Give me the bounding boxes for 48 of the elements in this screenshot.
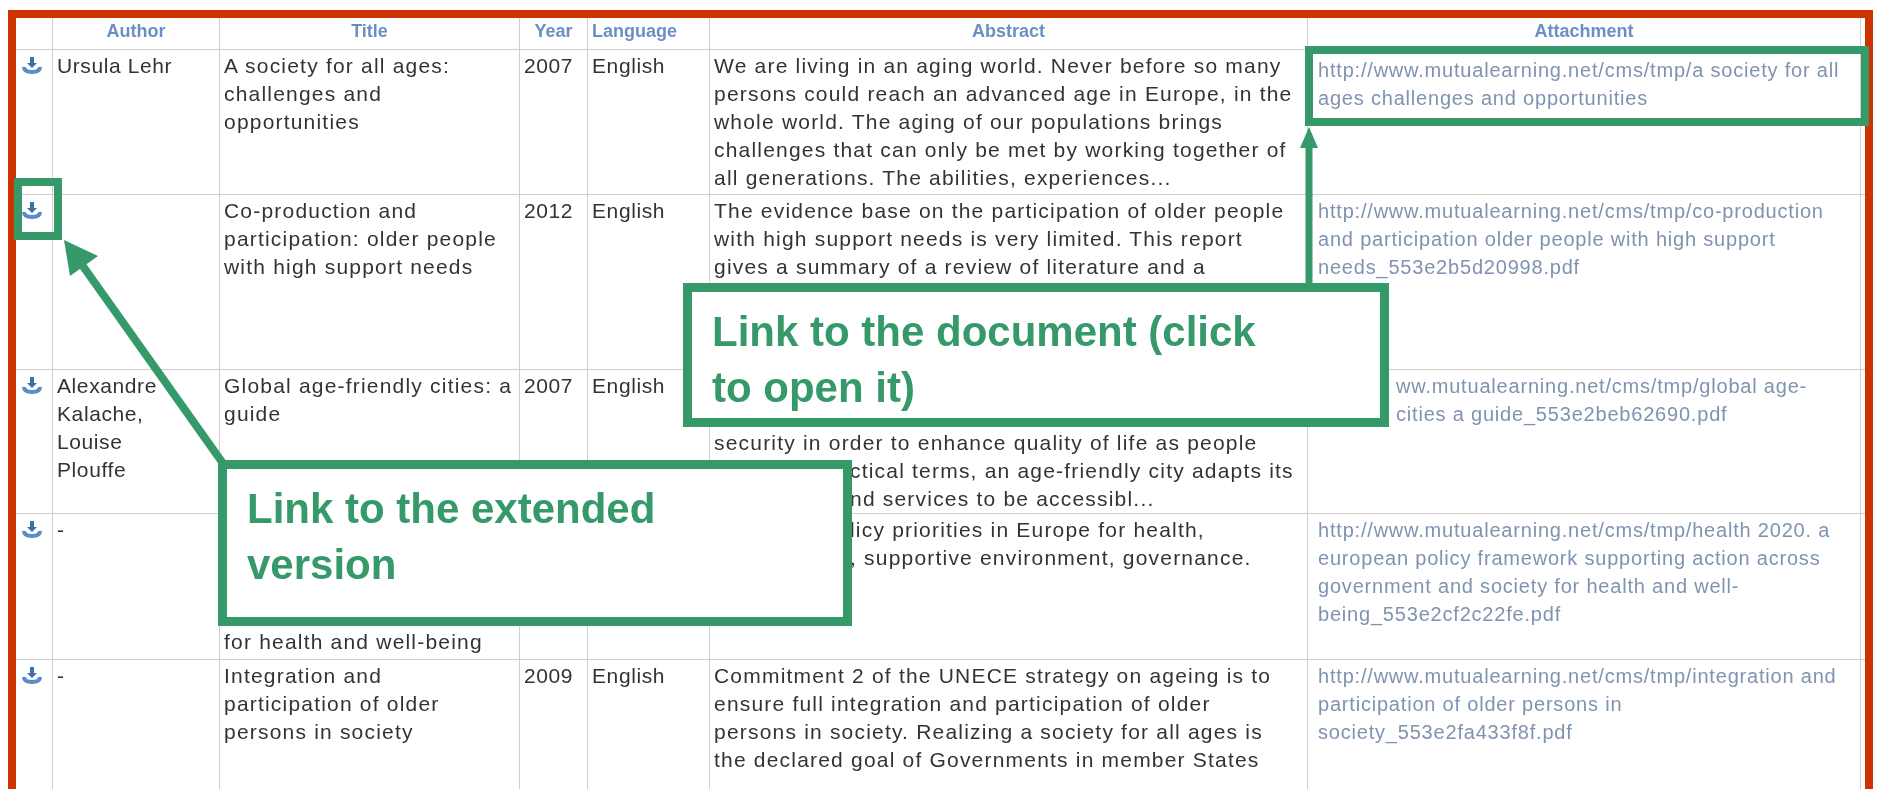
extended-version-link[interactable] [20, 201, 44, 221]
download-icon [20, 56, 44, 76]
attachment-link[interactable]: http://www.mutualearning.net/cms/tmp/co-production and participation older people with high support needs_553e2b5d20998.pdf [1318, 197, 1856, 281]
abstract-text: security in order to enhance quality of life as people [714, 430, 1258, 456]
author-text: - [57, 517, 65, 543]
author-text: - [57, 663, 65, 689]
title-text: Global age-friendly cities: a guide [224, 373, 514, 427]
language-text: English [592, 373, 666, 399]
attachment-link[interactable]: http://www.mutualearning.net/cms/tmp/a society for all ages challenges and opportunities [1318, 56, 1856, 112]
year-text: 2007 [524, 53, 574, 79]
abstract-text: ctical terms, an age-friendly city adapts its [850, 458, 1294, 484]
extended-version-link[interactable] [20, 666, 44, 686]
highlight-frame [14, 178, 62, 240]
title-text: for health and well-being [224, 629, 483, 655]
year-text: 2007 [524, 373, 574, 399]
download-icon [20, 201, 44, 221]
abstract-text: The evidence base on the participation of older people with high support needs is very limited. This report gives a summary of a review of literature and a [714, 198, 1286, 280]
download-icon [20, 376, 44, 396]
column-header: Language [592, 21, 677, 41]
title-text: A society for all ages: challenges and opportunities [224, 53, 452, 135]
column-header: Author [106, 21, 166, 41]
callout-text: Link to the extended version [218, 460, 852, 626]
title-text: Co-production and participation: older people with high support needs [224, 198, 498, 280]
abstract-text: Commitment 2 of the UNECE strategy on ageing is to ensure full integration and participation of older persons in society. Realizing a society for all ages is the declared goal of Governments in member States [714, 663, 1273, 773]
attachment-link[interactable]: cities a guide_553e2beb62690.pdf [1396, 400, 1728, 428]
attachment-link[interactable]: ww.mutualearning.net/cms/tmp/global age- [1396, 372, 1808, 400]
extended-version-link[interactable] [20, 376, 44, 396]
abstract-text: We are living in an aging world. Never before so many persons could reach an advanced age in Europe, in the whole world. The aging of our populations brings challenges that can only be met by working together of all generations. The abilities, experiences... [714, 53, 1294, 191]
attachment-link[interactable]: http://www.mutualearning.net/cms/tmp/health 2020. a european policy framework supporting action across government and society for health and well-being_553e2cf2c22fe.pdf [1318, 516, 1856, 628]
year-text: 2009 [524, 663, 574, 689]
extended-version-link[interactable] [20, 56, 44, 76]
abstract-text: , supportive environment, governance. [850, 545, 1252, 571]
language-text: English [592, 663, 666, 689]
callout-text: Link to the document (click to open it) [683, 283, 1389, 427]
author-text: Alexandre Kalache, Louise Plouffe [57, 373, 158, 483]
attachment-link[interactable]: http://www.mutualearning.net/cms/tmp/integration and participation of older persons in society_553e2fa433f8f.pdf [1318, 662, 1856, 746]
column-header: Year [534, 21, 573, 41]
download-icon [20, 520, 44, 540]
download-icon [20, 666, 44, 686]
title-text: Integration and participation of older persons in society [224, 663, 441, 745]
column-header: Title [351, 21, 388, 41]
column-header: Abstract [972, 21, 1045, 41]
language-text: English [592, 198, 666, 224]
year-text: 2012 [524, 198, 574, 224]
language-text: English [592, 53, 666, 79]
column-header: Attachment [1534, 21, 1634, 41]
author-text: Ursula Lehr [57, 53, 173, 79]
extended-version-link[interactable] [20, 520, 44, 540]
